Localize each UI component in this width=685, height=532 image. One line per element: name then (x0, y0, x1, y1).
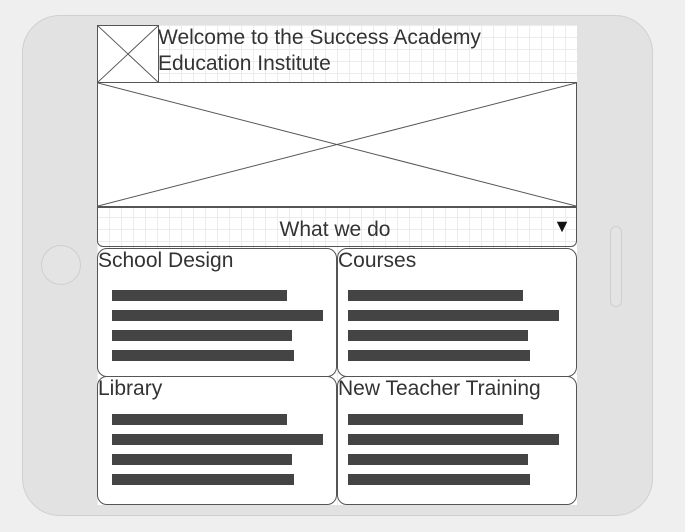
image-placeholder-icon (98, 83, 576, 206)
text-placeholder-line (112, 454, 292, 465)
text-placeholder-line (348, 434, 559, 445)
page-title: Welcome to the Success Academy Education… (158, 26, 481, 75)
text-placeholder-line (348, 474, 530, 485)
text-placeholder-line (112, 434, 323, 445)
text-placeholder-line (348, 454, 528, 465)
section-label: What we do (279, 218, 391, 241)
screen: Welcome to the Success Academy Education… (97, 25, 577, 505)
card-title: Courses (338, 249, 417, 272)
card-title: New Teacher Training (338, 377, 541, 400)
text-placeholder-line (348, 330, 528, 341)
card-new-teacher-training[interactable]: New Teacher Training (337, 376, 577, 505)
text-placeholder-line (348, 414, 523, 425)
image-placeholder-icon (98, 26, 158, 82)
card-title: School Design (98, 249, 234, 272)
logo-image-placeholder (97, 25, 159, 83)
text-placeholder-line (112, 414, 287, 425)
card-title: Library (98, 377, 163, 400)
card-school-design[interactable]: School Design (97, 248, 337, 377)
hero-image-placeholder (97, 82, 577, 207)
text-placeholder-line (348, 350, 530, 361)
text-placeholder-line (348, 290, 523, 301)
text-placeholder-line (348, 310, 559, 321)
what-we-do-dropdown[interactable]: What we do ▼ (97, 207, 577, 247)
text-placeholder-line (112, 290, 287, 301)
card-courses[interactable]: Courses (337, 248, 577, 377)
card-library[interactable]: Library (97, 376, 337, 505)
triangle-down-icon[interactable]: ▼ (553, 216, 571, 236)
side-button[interactable] (610, 226, 622, 307)
text-placeholder-line (112, 330, 292, 341)
text-placeholder-line (112, 350, 294, 361)
home-button[interactable] (41, 245, 81, 285)
text-placeholder-line (112, 310, 323, 321)
text-placeholder-line (112, 474, 294, 485)
